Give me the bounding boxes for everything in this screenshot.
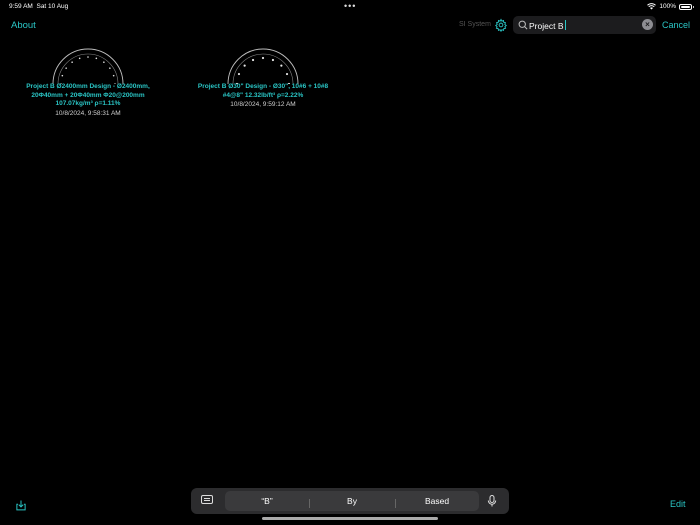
rebar-dot	[65, 67, 67, 69]
search-icon	[518, 20, 528, 30]
rebar-dot	[285, 72, 289, 76]
rebar-dot	[280, 64, 283, 67]
design-card[interactable]: Project B Ø2400mm Design - Ø2400mm, 20Φ4…	[18, 46, 158, 118]
column-section-thumbnail	[227, 48, 299, 84]
rebar-dot	[243, 64, 246, 67]
edit-button[interactable]: Edit	[670, 499, 686, 509]
status-bar: 9:59 AM Sat 10 Aug ••• 100%	[0, 0, 700, 14]
design-date: 10/8/2024, 9:59:12 AM	[230, 101, 296, 108]
design-card[interactable]: Project B Ø30" Design - Ø30", 10#6 + 10#…	[190, 46, 336, 109]
home-indicator	[262, 517, 438, 520]
rebar-dot	[95, 57, 98, 60]
rebar-dot	[261, 56, 265, 60]
rebar-dot	[103, 61, 105, 63]
suggestion-by[interactable]: By	[347, 496, 357, 506]
status-right: 100%	[647, 3, 694, 10]
rebar-dot	[251, 58, 255, 62]
search-input[interactable]: Project B	[529, 20, 566, 31]
rebar-dot	[61, 74, 64, 77]
cancel-button[interactable]: Cancel	[662, 20, 690, 30]
share-icon[interactable]	[15, 499, 27, 511]
search-input-value: Project B	[529, 21, 564, 31]
unit-system-label: SI System	[459, 21, 491, 28]
multitasking-dots-icon[interactable]: •••	[344, 1, 356, 11]
keyboard-shortcut-bar: “B” By Based	[191, 488, 509, 514]
suggestion-divider	[309, 499, 310, 508]
column-section-thumbnail	[52, 48, 124, 84]
suggestion-bar: “B” By Based	[225, 491, 479, 511]
design-title: Project B Ø30" Design - Ø30", 10#6 + 10#…	[197, 83, 329, 99]
battery-icon	[679, 3, 694, 10]
design-title: Project B Ø2400mm Design - Ø2400mm, 20Φ4…	[26, 83, 150, 107]
status-time-date: 9:59 AM Sat 10 Aug	[9, 3, 68, 10]
rebar-dot	[112, 74, 115, 77]
rebar-dot	[87, 56, 89, 58]
rebar-dot	[109, 67, 111, 69]
microphone-icon[interactable]	[487, 495, 497, 507]
keyboard-icon[interactable]	[201, 495, 213, 504]
rebar-dot	[271, 58, 275, 62]
battery-percent: 100%	[659, 3, 676, 10]
gear-icon[interactable]	[494, 18, 508, 32]
suggestion-quoted[interactable]: “B”	[261, 496, 272, 506]
rebar-dot	[237, 72, 241, 76]
wifi-icon	[647, 3, 657, 10]
search-field[interactable]: Project B ×	[513, 16, 656, 34]
design-date: 10/8/2024, 9:58:31 AM	[55, 109, 121, 117]
clear-icon[interactable]: ×	[642, 19, 653, 30]
suggestion-based[interactable]: Based	[425, 496, 449, 506]
suggestion-divider	[395, 499, 396, 508]
status-date: Sat 10 Aug	[36, 3, 69, 10]
text-caret	[564, 20, 566, 30]
status-time: 9:59 AM	[9, 3, 33, 10]
rebar-dot	[78, 57, 81, 60]
rebar-dot	[71, 61, 73, 63]
about-button[interactable]: About	[11, 20, 36, 31]
